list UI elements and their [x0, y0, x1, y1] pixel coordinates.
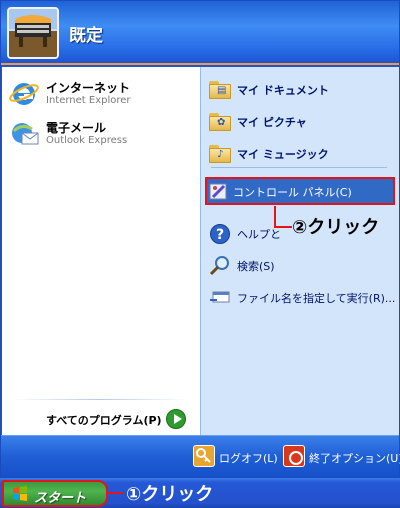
pinned-item-email[interactable]: 電子メール Outlook Express	[6, 113, 196, 153]
logoff-button[interactable]: ログオフ(L)	[193, 445, 279, 469]
outlook-express-icon	[8, 117, 40, 149]
my-music-label: マイ ミュージック	[237, 148, 329, 161]
windows-logo-icon	[12, 486, 28, 502]
start-button[interactable]: スタート	[2, 480, 108, 507]
my-documents-item[interactable]: ▤ マイ ドキュメント	[207, 75, 393, 103]
my-pictures-item[interactable]: ✿ マイ ピクチャ	[207, 107, 393, 135]
annotation-leader-line	[108, 492, 124, 494]
my-music-item[interactable]: ♪ マイ ミュージック	[207, 139, 393, 167]
logoff-label: ログオフ(L)	[219, 452, 278, 465]
my-pictures-folder-icon: ✿	[209, 111, 231, 131]
my-documents-folder-icon: ▤	[209, 79, 231, 99]
start-menu-header: 既定	[1, 1, 399, 65]
run-label: ファイル名を指定して実行(R)...	[237, 292, 396, 305]
my-pictures-label: マイ ピクチャ	[237, 116, 307, 129]
my-documents-label: マイ ドキュメント	[237, 84, 329, 97]
user-avatar[interactable]	[7, 7, 59, 59]
control-panel-item[interactable]: コントロール パネル(C)	[205, 177, 395, 205]
separator	[211, 167, 387, 168]
start-button-label: スタート	[34, 491, 87, 506]
run-item[interactable]: ファイル名を指定して実行(R)...	[207, 283, 396, 311]
annotation-leader-line	[274, 226, 292, 228]
run-icon	[209, 287, 231, 307]
internet-explorer-icon	[8, 77, 40, 109]
search-icon	[209, 255, 231, 276]
annotation-step-1: ①クリック	[126, 484, 214, 505]
places-panel: ▤ マイ ドキュメント ✿ マイ ピクチャ ♪ マイ ミュージック コントロール…	[200, 67, 399, 435]
pinned-item-title: 電子メール	[46, 121, 107, 135]
my-music-folder-icon: ♪	[209, 143, 231, 163]
control-panel-label: コントロール パネル(C)	[233, 186, 352, 199]
pinned-item-title: インターネット	[46, 81, 131, 95]
help-icon: ?	[209, 223, 231, 244]
all-programs-button[interactable]: すべてのプログラム(P)	[32, 406, 192, 432]
shutdown-button[interactable]: 終了オプション(U)	[283, 445, 400, 469]
username: 既定	[69, 26, 103, 46]
search-item[interactable]: 検索(S)	[207, 251, 393, 279]
control-panel-icon	[209, 182, 231, 202]
all-programs-label: すべてのプログラム(P)	[46, 414, 162, 427]
pinned-item-subtitle: Outlook Express	[46, 135, 128, 146]
shutdown-label: 終了オプション(U)	[309, 452, 400, 465]
green-arrow-icon	[166, 409, 186, 429]
power-icon	[283, 445, 305, 467]
annotation-leader-line	[274, 206, 276, 228]
help-label: ヘルプと	[237, 228, 281, 241]
pinned-programs-panel: インターネット Internet Explorer 電子メール Outlook …	[2, 67, 200, 435]
pinned-item-subtitle: Internet Explorer	[46, 95, 131, 106]
pinned-item-internet[interactable]: インターネット Internet Explorer	[6, 73, 196, 113]
start-menu: 既定 インターネット Internet Explorer 電子メール Outlo…	[0, 0, 400, 478]
svg-text:?: ?	[216, 227, 224, 243]
annotation-step-2: ②クリック	[292, 217, 380, 238]
search-label: 検索(S)	[237, 260, 275, 273]
key-icon	[193, 445, 215, 467]
start-menu-footer: ログオフ(L) 終了オプション(U)	[1, 435, 400, 477]
separator	[10, 399, 190, 400]
